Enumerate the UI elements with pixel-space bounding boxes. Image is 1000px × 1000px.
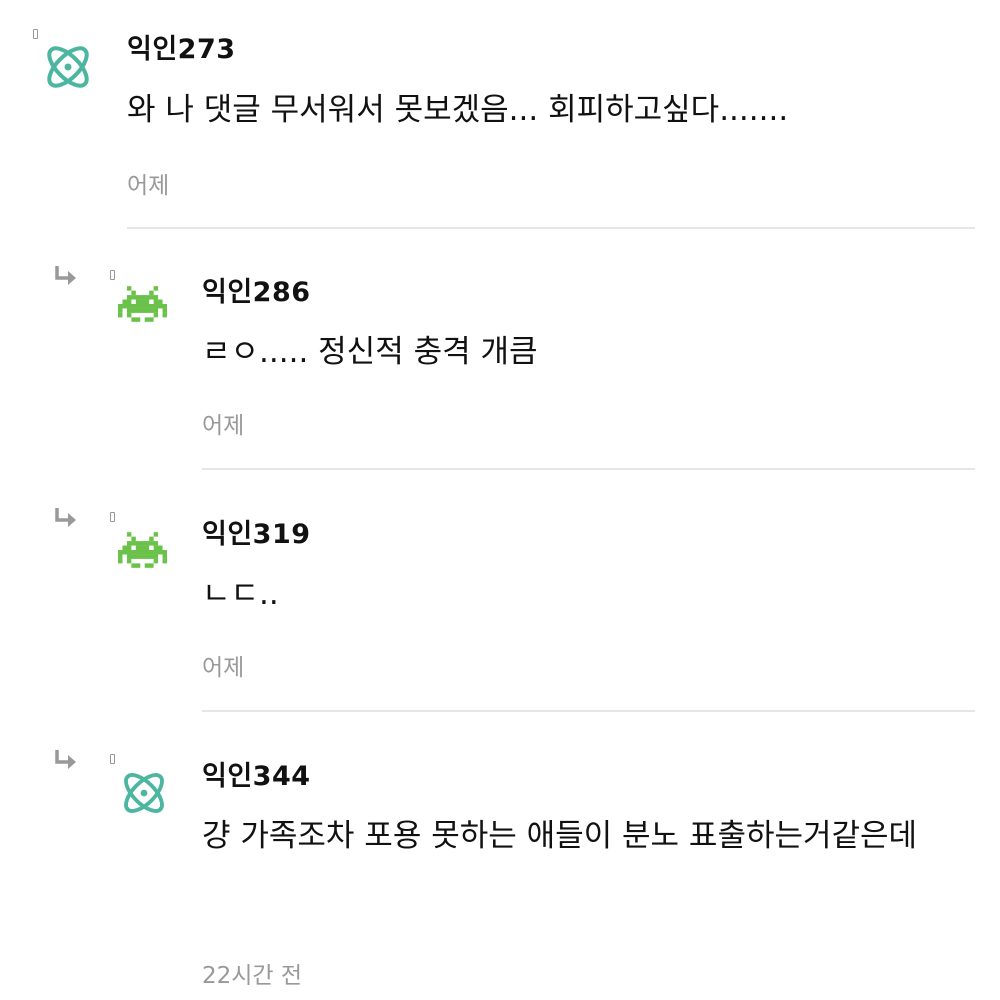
comment-timestamp: 어제 [127, 173, 170, 199]
indicator-icon [110, 270, 115, 280]
space-invader-icon[interactable] [118, 532, 167, 568]
reply-arrow-icon [55, 266, 76, 285]
comment-divider [127, 227, 975, 229]
comment-text: 걍 가족조차 포용 못하는 애들이 분노 표출하는거같은데 [202, 818, 918, 854]
comment-timestamp: 어제 [202, 413, 245, 439]
reply-arrow-icon [55, 508, 76, 527]
atom-icon[interactable] [118, 767, 170, 819]
reply-arrow-icon [55, 750, 76, 769]
reply-item: 익인344 걍 가족조차 포용 못하는 애들이 분노 표출하는거같은데 22시간… [0, 712, 1000, 1000]
comment-author[interactable]: 익인273 [127, 27, 236, 66]
comment-text: ㄹㅇ..... 정신적 충격 개큼 [202, 334, 538, 370]
comment-text: ㄴㄷ.. [202, 576, 279, 612]
comment-text: 와 나 댓글 무서워서 못보겠음... 회피하고싶다....... [127, 92, 789, 128]
comment-timestamp: 어제 [202, 655, 245, 681]
comment-timestamp: 22시간 전 [202, 963, 303, 989]
comment-author[interactable]: 익인319 [202, 512, 311, 551]
comment-item: 익인273 와 나 댓글 무서워서 못보겠음... 회피하고싶다....... … [0, 0, 1000, 230]
indicator-icon [33, 29, 38, 39]
reply-item: 익인286 ㄹㅇ..... 정신적 충격 개큼 어제 [0, 230, 1000, 470]
space-invader-icon[interactable] [118, 286, 167, 322]
comment-author[interactable]: 익인286 [202, 270, 311, 309]
indicator-icon [110, 754, 115, 764]
indicator-icon [110, 512, 115, 522]
reply-item: 익인319 ㄴㄷ.. 어제 [0, 470, 1000, 712]
atom-icon[interactable] [41, 40, 95, 94]
comment-author[interactable]: 익인344 [202, 754, 311, 793]
